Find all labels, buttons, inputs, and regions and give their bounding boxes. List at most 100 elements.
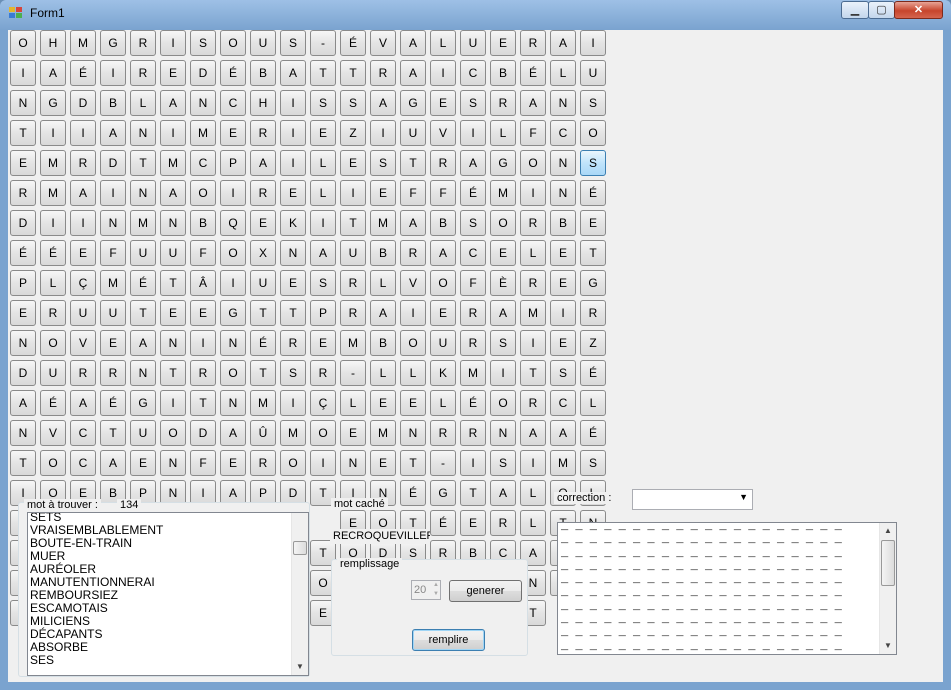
grid-cell[interactable]: I — [370, 120, 396, 146]
grid-cell[interactable]: L — [430, 390, 456, 416]
grid-cell[interactable]: R — [70, 360, 96, 386]
grid-cell[interactable]: B — [370, 240, 396, 266]
grid-cell[interactable]: D — [10, 210, 36, 236]
grid-cell[interactable]: D — [190, 420, 216, 446]
grid-cell[interactable]: V — [370, 30, 396, 56]
grid-cell[interactable]: R — [280, 330, 306, 356]
grid-cell[interactable]: H — [40, 30, 66, 56]
grid-cell[interactable]: R — [520, 270, 546, 296]
grid-cell[interactable]: O — [160, 420, 186, 446]
grid-cell[interactable]: É — [460, 390, 486, 416]
grid-cell[interactable]: T — [280, 300, 306, 326]
grid-cell[interactable]: E — [190, 300, 216, 326]
grid-cell[interactable]: O — [520, 150, 546, 176]
grid-cell[interactable]: U — [340, 240, 366, 266]
grid-cell[interactable]: I — [310, 450, 336, 476]
grid-cell[interactable]: B — [370, 330, 396, 356]
grid-cell[interactable]: R — [340, 270, 366, 296]
grid-cell[interactable]: A — [220, 420, 246, 446]
grid-cell[interactable]: F — [190, 450, 216, 476]
grid-cell[interactable]: I — [220, 180, 246, 206]
grid-cell[interactable]: R — [520, 210, 546, 236]
grid-cell[interactable]: I — [520, 450, 546, 476]
grid-cell[interactable]: E — [550, 240, 576, 266]
grid-cell[interactable]: R — [250, 120, 276, 146]
chevron-down-icon[interactable]: ▼ — [739, 492, 748, 502]
grid-cell[interactable]: T — [340, 60, 366, 86]
grid-cell[interactable]: I — [280, 90, 306, 116]
grid-cell[interactable]: E — [340, 420, 366, 446]
grid-cell[interactable]: I — [160, 30, 186, 56]
grid-cell[interactable]: O — [310, 420, 336, 446]
grid-cell[interactable]: M — [100, 270, 126, 296]
grid-cell[interactable]: E — [250, 210, 276, 236]
grid-cell[interactable]: N — [220, 330, 246, 356]
grid-cell[interactable]: I — [430, 60, 456, 86]
grid-cell[interactable]: A — [70, 390, 96, 416]
grid-cell[interactable]: U — [250, 270, 276, 296]
grid-cell[interactable]: T — [520, 360, 546, 386]
grid-cell[interactable]: I — [190, 330, 216, 356]
grid-cell[interactable]: T — [400, 450, 426, 476]
grid-cell[interactable]: M — [490, 180, 516, 206]
grid-cell[interactable]: A — [310, 240, 336, 266]
word-item[interactable]: SES — [28, 654, 163, 667]
grid-cell[interactable]: V — [40, 420, 66, 446]
grid-cell[interactable]: T — [310, 60, 336, 86]
grid-cell[interactable]: V — [430, 120, 456, 146]
grid-cell[interactable]: R — [400, 240, 426, 266]
grid-cell[interactable]: R — [370, 60, 396, 86]
grid-cell[interactable]: L — [340, 390, 366, 416]
grid-cell[interactable]: N — [340, 450, 366, 476]
grid-cell[interactable]: A — [160, 180, 186, 206]
grid-cell[interactable]: P — [220, 150, 246, 176]
grid-cell[interactable]: I — [310, 210, 336, 236]
grid-cell[interactable]: I — [220, 270, 246, 296]
grid-cell[interactable]: U — [130, 240, 156, 266]
grid-cell[interactable]: L — [400, 360, 426, 386]
grid-cell[interactable]: U — [40, 360, 66, 386]
grid-cell[interactable]: É — [430, 510, 456, 536]
grid-cell[interactable]: I — [580, 30, 606, 56]
grid-cell[interactable]: N — [550, 150, 576, 176]
grid-cell[interactable]: V — [70, 330, 96, 356]
grid-cell[interactable]: B — [550, 210, 576, 236]
grid-cell[interactable]: L — [490, 120, 516, 146]
words-scroll-thumb[interactable] — [293, 541, 307, 555]
grid-cell[interactable]: I — [460, 120, 486, 146]
grid-cell[interactable]: N — [490, 420, 516, 446]
grid-cell[interactable]: T — [10, 120, 36, 146]
grid-cell[interactable]: M — [40, 150, 66, 176]
grid-cell[interactable]: I — [160, 120, 186, 146]
grid-cell[interactable]: E — [490, 30, 516, 56]
grid-cell[interactable]: S — [580, 90, 606, 116]
grid-cell[interactable]: N — [10, 330, 36, 356]
grid-cell[interactable]: N — [160, 210, 186, 236]
grid-cell[interactable]: R — [70, 150, 96, 176]
grid-cell[interactable]: I — [10, 60, 36, 86]
grid-cell[interactable]: T — [190, 390, 216, 416]
grid-cell[interactable]: O — [40, 450, 66, 476]
grid-cell[interactable]: E — [10, 150, 36, 176]
grid-cell[interactable]: E — [430, 300, 456, 326]
grid-cell[interactable]: E — [160, 60, 186, 86]
grid-cell[interactable]: É — [100, 390, 126, 416]
grid-cell[interactable]: A — [280, 60, 306, 86]
grid-cell[interactable]: Q — [220, 210, 246, 236]
grid-cell[interactable]: L — [40, 270, 66, 296]
grid-cell[interactable]: U — [70, 300, 96, 326]
grid-cell[interactable]: B — [190, 210, 216, 236]
grid-cell[interactable]: T — [130, 300, 156, 326]
grid-cell[interactable]: R — [250, 180, 276, 206]
grid-cell[interactable]: É — [40, 240, 66, 266]
grid-cell[interactable]: T — [340, 210, 366, 236]
grid-cell[interactable]: U — [430, 330, 456, 356]
grid-cell[interactable]: È — [490, 270, 516, 296]
grid-cell[interactable]: G — [430, 480, 456, 506]
grid-cell[interactable]: A — [490, 300, 516, 326]
grid-cell[interactable]: É — [580, 360, 606, 386]
grid-cell[interactable]: U — [130, 420, 156, 446]
grid-cell[interactable]: T — [460, 480, 486, 506]
grid-cell[interactable]: T — [580, 240, 606, 266]
grid-cell[interactable]: R — [40, 300, 66, 326]
